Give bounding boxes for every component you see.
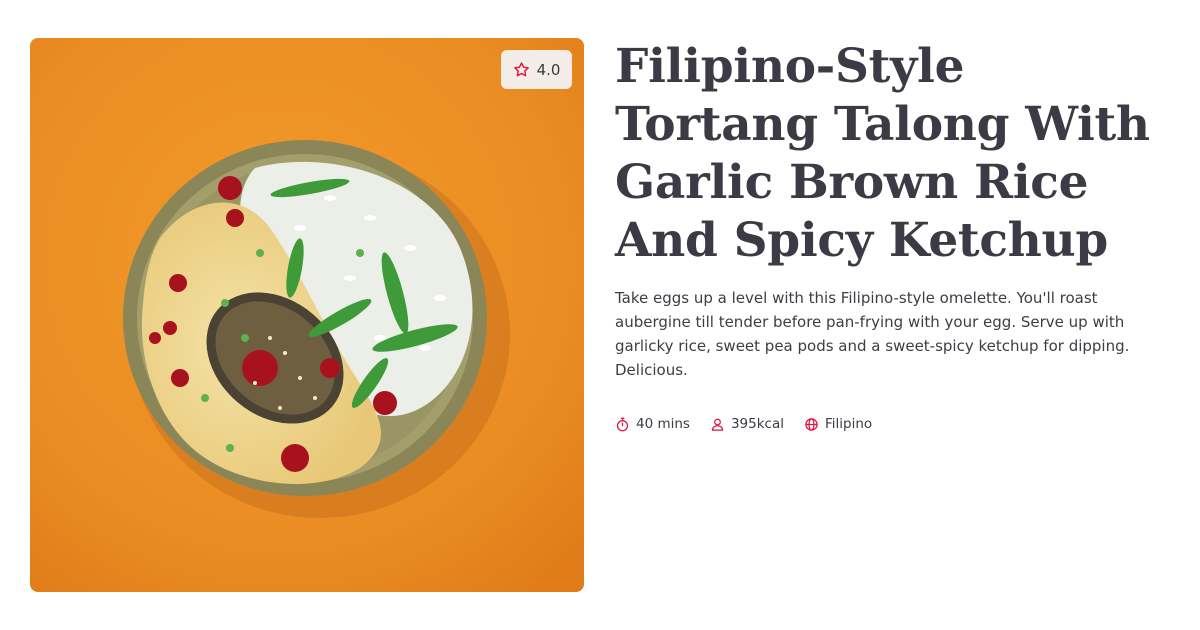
recipe-title: Filipino-Style Tortang Talong With Garli… [615,39,1150,268]
rating-badge[interactable]: 4.0 [501,50,572,89]
stopwatch-icon [615,417,630,432]
rating-value: 4.0 [536,60,561,79]
meta-time-label: 40 mins [636,416,690,432]
dish-photo [30,38,584,592]
recipe-card: 4.0 Filipino-Style Tortang Talong With G… [0,0,1200,630]
globe-icon [804,417,819,432]
recipe-info: Filipino-Style Tortang Talong With Garli… [615,38,1175,432]
meta-cuisine-label: Filipino [825,416,873,432]
person-icon [710,417,725,432]
meta-calories-label: 395kcal [730,416,784,432]
recipe-meta: 40 mins 395kcal Filipino [615,416,1175,432]
star-outline-icon [513,61,530,78]
recipe-image[interactable]: 4.0 [30,38,584,592]
meta-cuisine: Filipino [804,416,872,432]
meta-calories: 395kcal [710,416,784,432]
meta-time: 40 mins [615,416,690,432]
recipe-description: Take eggs up a level with this Filipino-… [615,289,1130,379]
